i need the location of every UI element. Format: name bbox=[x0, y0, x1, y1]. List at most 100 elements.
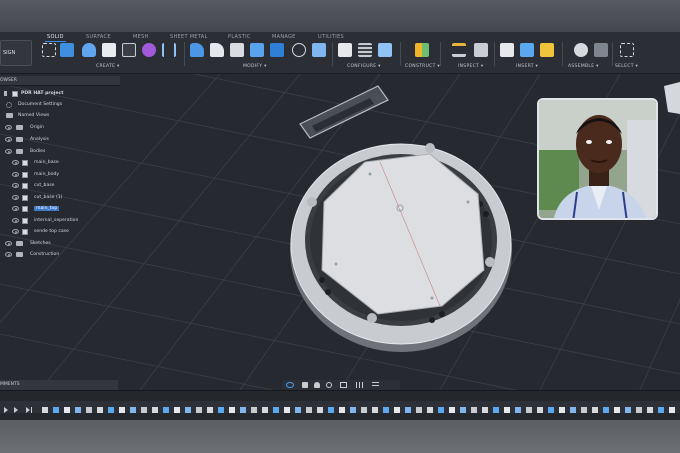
timeline-feature-icon[interactable] bbox=[526, 407, 532, 413]
timeline-feature-icon[interactable] bbox=[372, 407, 378, 413]
timeline-feature-icon[interactable] bbox=[570, 407, 576, 413]
timeline-feature-icon[interactable] bbox=[42, 407, 48, 413]
timeline-feature-icon[interactable] bbox=[174, 407, 180, 413]
timeline-feature-icon[interactable] bbox=[141, 407, 147, 413]
timeline-feature-icon[interactable] bbox=[53, 407, 59, 413]
timeline-track[interactable] bbox=[0, 401, 680, 413]
skip-end-icon[interactable] bbox=[26, 407, 30, 413]
press-pull-icon[interactable] bbox=[190, 43, 204, 57]
create-menu[interactable]: CREATE ▾ bbox=[96, 64, 120, 69]
box-icon[interactable] bbox=[102, 43, 116, 57]
play-icon[interactable] bbox=[4, 407, 8, 413]
timeline-feature-icon[interactable] bbox=[493, 407, 499, 413]
offset-plane-icon[interactable] bbox=[415, 43, 429, 57]
timeline-feature-icon[interactable] bbox=[86, 407, 92, 413]
step-forward-icon[interactable] bbox=[14, 407, 18, 413]
tab-plastic[interactable]: PLASTIC bbox=[228, 34, 251, 40]
tab-solid[interactable]: SOLID bbox=[45, 34, 66, 42]
combine-icon[interactable] bbox=[270, 43, 284, 57]
visibility-eye-icon[interactable] bbox=[5, 149, 12, 154]
look-at-icon[interactable] bbox=[302, 382, 308, 388]
timeline-feature-icon[interactable] bbox=[284, 407, 290, 413]
visibility-eye-icon[interactable] bbox=[12, 172, 19, 177]
timeline-feature-icon[interactable] bbox=[97, 407, 103, 413]
timeline-feature-icon[interactable] bbox=[273, 407, 279, 413]
visibility-eye-icon[interactable] bbox=[12, 195, 19, 200]
scale-icon[interactable] bbox=[122, 43, 136, 57]
insert-menu[interactable]: INSERT ▾ bbox=[516, 64, 538, 69]
enclosure-model[interactable] bbox=[290, 143, 512, 352]
timeline-feature-icon[interactable] bbox=[504, 407, 510, 413]
visibility-eye-icon[interactable] bbox=[12, 206, 19, 211]
timeline-feature-icon[interactable] bbox=[350, 407, 356, 413]
timeline-feature-icon[interactable] bbox=[515, 407, 521, 413]
zoom-icon[interactable] bbox=[326, 382, 332, 388]
create-sketch-icon[interactable] bbox=[42, 43, 56, 57]
timeline-feature-icon[interactable] bbox=[75, 407, 81, 413]
new-component-icon[interactable] bbox=[594, 43, 608, 57]
timeline-feature-icon[interactable] bbox=[625, 407, 631, 413]
viewports-icon[interactable] bbox=[372, 382, 379, 388]
timeline-feature-icon[interactable] bbox=[427, 407, 433, 413]
table-icon[interactable] bbox=[358, 43, 372, 57]
timeline-feature-icon[interactable] bbox=[394, 407, 400, 413]
display-settings-icon[interactable] bbox=[340, 382, 347, 388]
timeline-feature-icon[interactable] bbox=[306, 407, 312, 413]
visibility-eye-icon[interactable] bbox=[5, 137, 12, 142]
timeline-feature-icon[interactable] bbox=[196, 407, 202, 413]
configure-menu[interactable]: CONFIGURE ▾ bbox=[347, 64, 381, 69]
timeline-feature-icon[interactable] bbox=[548, 407, 554, 413]
timeline-feature-icon[interactable] bbox=[438, 407, 444, 413]
timeline-feature-icon[interactable] bbox=[581, 407, 587, 413]
timeline-feature-icon[interactable] bbox=[163, 407, 169, 413]
detached-part[interactable] bbox=[299, 85, 389, 139]
timeline-feature-icon[interactable] bbox=[262, 407, 268, 413]
timeline-feature-icon[interactable] bbox=[251, 407, 257, 413]
configure-icon[interactable] bbox=[338, 43, 352, 57]
visibility-eye-icon[interactable] bbox=[12, 218, 19, 223]
comments-panel[interactable]: MMENTS bbox=[0, 380, 118, 390]
construct-menu[interactable]: CONSTRUCT ▾ bbox=[405, 64, 440, 69]
tab-sheet-metal[interactable]: SHEET METAL bbox=[170, 34, 208, 40]
form-icon[interactable] bbox=[142, 43, 156, 57]
view-cube[interactable] bbox=[664, 82, 680, 114]
visibility-eye-icon[interactable] bbox=[5, 241, 12, 246]
timeline-feature-icon[interactable] bbox=[295, 407, 301, 413]
timeline-feature-icon[interactable] bbox=[207, 407, 213, 413]
insert-derive-icon[interactable] bbox=[500, 43, 514, 57]
timeline-feature-icon[interactable] bbox=[537, 407, 543, 413]
measure-icon[interactable] bbox=[452, 43, 466, 57]
pan-hand-icon[interactable] bbox=[314, 382, 320, 388]
expand-triangle-icon[interactable] bbox=[4, 91, 9, 96]
timeline-feature-icon[interactable] bbox=[636, 407, 642, 413]
chamfer-icon[interactable] bbox=[230, 43, 244, 57]
shell-icon[interactable] bbox=[250, 43, 264, 57]
timeline-feature-icon[interactable] bbox=[64, 407, 70, 413]
canvas-icon[interactable] bbox=[540, 43, 554, 57]
timeline-feature-icon[interactable] bbox=[328, 407, 334, 413]
timeline-feature-icon[interactable] bbox=[614, 407, 620, 413]
timeline-feature-icon[interactable] bbox=[471, 407, 477, 413]
grid-settings-icon[interactable] bbox=[356, 382, 363, 388]
timeline-feature-icon[interactable] bbox=[130, 407, 136, 413]
visibility-eye-icon[interactable] bbox=[5, 252, 12, 257]
timeline-feature-icon[interactable] bbox=[383, 407, 389, 413]
parameters-icon[interactable] bbox=[378, 43, 392, 57]
timeline-feature-icon[interactable] bbox=[218, 407, 224, 413]
timeline-feature-icon[interactable] bbox=[559, 407, 565, 413]
timeline-feature-icon[interactable] bbox=[317, 407, 323, 413]
timeline-feature-icon[interactable] bbox=[240, 407, 246, 413]
tab-manage[interactable]: MANAGE bbox=[272, 34, 296, 40]
timeline-feature-icon[interactable] bbox=[603, 407, 609, 413]
select-menu[interactable]: SELECT ▾ bbox=[615, 64, 638, 69]
workspace-switcher[interactable]: SIGN bbox=[0, 40, 32, 66]
interference-icon[interactable] bbox=[474, 43, 488, 57]
timeline-feature-icon[interactable] bbox=[592, 407, 598, 413]
timeline-feature-icon[interactable] bbox=[108, 407, 114, 413]
visibility-eye-icon[interactable] bbox=[12, 229, 19, 234]
timeline-feature-icon[interactable] bbox=[361, 407, 367, 413]
timeline-feature-icon[interactable] bbox=[482, 407, 488, 413]
inspect-menu[interactable]: INSPECT ▾ bbox=[458, 64, 483, 69]
visibility-eye-icon[interactable] bbox=[12, 160, 19, 165]
timeline-feature-icon[interactable] bbox=[119, 407, 125, 413]
